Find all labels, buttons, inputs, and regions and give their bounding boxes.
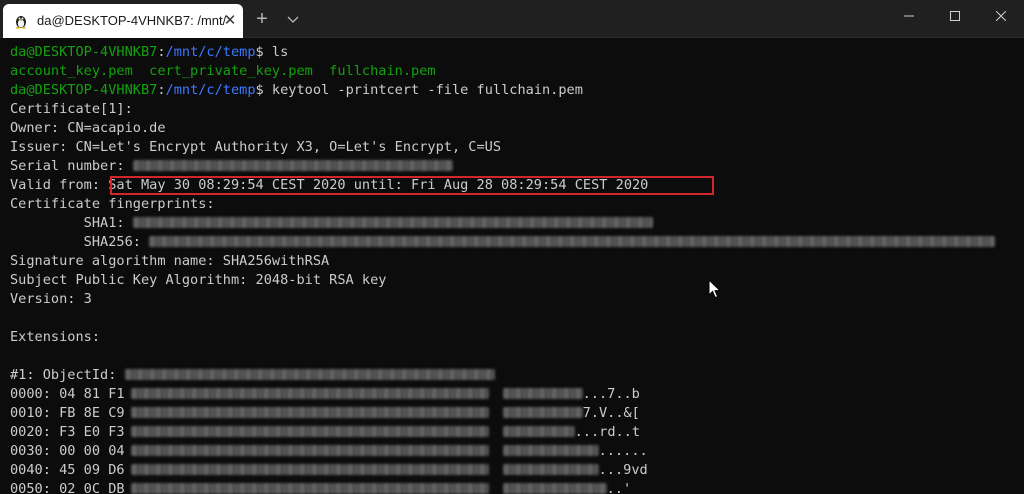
hex-row: 0000: 04 81 F1 ...7..b	[10, 385, 640, 404]
objectid-line: #1: ObjectId:	[10, 366, 495, 385]
prompt-path: /mnt/c/temp	[165, 44, 256, 60]
minimize-button[interactable]	[886, 0, 932, 32]
objectid-label: #1: ObjectId:	[10, 367, 125, 383]
version-line: Version: 3	[10, 291, 92, 307]
redacted-hex-bytes	[130, 445, 489, 456]
prompt-line: da@DESKTOP-4VHNKB7:/mnt/c/temp$ keytool …	[10, 81, 583, 100]
serial-line: Serial number:	[10, 157, 453, 176]
hex-row-prefix: 0000: 04 81 F1	[10, 386, 125, 402]
public-key-line: Subject Public Key Algorithm: 2048-bit R…	[10, 272, 387, 288]
file-listing: account_key.pem cert_private_key.pem ful…	[10, 63, 436, 79]
valid-label: Valid from:	[10, 177, 109, 193]
redacted-ascii	[502, 426, 575, 437]
prompt-separator: :	[157, 44, 166, 60]
issuer-line: Issuer: CN=Let's Encrypt Authority X3, O…	[10, 139, 502, 155]
maximize-button[interactable]	[932, 0, 978, 32]
serial-label: Serial number:	[10, 158, 133, 174]
hex-row-ascii: ......	[598, 443, 648, 459]
redacted-serial	[132, 160, 453, 171]
certificate-header: Certificate[1]:	[10, 101, 133, 117]
redacted-ascii	[502, 483, 607, 494]
extensions-header: Extensions:	[10, 329, 101, 345]
hex-row-ascii: ..'	[606, 481, 632, 494]
hex-row-prefix: 0040: 45 09 D6	[10, 462, 125, 478]
hex-row-prefix: 0030: 00 00 04	[10, 443, 125, 459]
redacted-ascii	[502, 445, 599, 456]
new-tab-button[interactable]: +	[252, 9, 272, 29]
redacted-hex-bytes	[130, 464, 489, 475]
hex-row-ascii: ...7..b	[582, 386, 640, 402]
redacted-hex-bytes	[130, 407, 489, 418]
close-icon	[996, 11, 1006, 21]
chevron-down-icon[interactable]	[285, 11, 301, 27]
hex-row-ascii: ...rd..t	[574, 424, 641, 440]
prompt-end: $	[255, 82, 272, 98]
hex-row: 0010: FB 8E C9 7.V..&[	[10, 404, 640, 423]
redacted-hex-bytes	[130, 426, 489, 437]
redacted-sha256	[149, 236, 996, 247]
redacted-ascii	[502, 407, 583, 418]
prompt-separator: :	[157, 82, 166, 98]
prompt-path: /mnt/c/temp	[165, 82, 256, 98]
prompt-line: da@DESKTOP-4VHNKB7:/mnt/c/temp$ ls	[10, 43, 288, 62]
redacted-objectid	[124, 369, 495, 380]
hex-row-prefix: 0050: 02 0C DB	[10, 481, 125, 494]
sha1-line: SHA1:	[10, 214, 653, 233]
command-text: ls	[271, 44, 289, 60]
prompt-user: da@DESKTOP-4VHNKB7	[10, 44, 158, 60]
signature-algorithm-line: Signature algorithm name: SHA256withRSA	[10, 253, 330, 269]
command-text: keytool -printcert -file fullchain.pem	[271, 82, 583, 98]
validity-highlight	[110, 176, 714, 195]
redacted-sha1	[132, 217, 653, 228]
owner-line: Owner: CN=acapio.de	[10, 120, 166, 136]
redacted-hex-bytes	[130, 388, 489, 399]
prompt-user: da@DESKTOP-4VHNKB7	[10, 82, 158, 98]
hex-row-ascii: 7.V..&[	[582, 405, 640, 421]
redacted-ascii	[502, 388, 583, 399]
minimize-icon	[904, 15, 914, 17]
redacted-hex-bytes	[130, 483, 489, 494]
fingerprints-header: Certificate fingerprints:	[10, 196, 215, 212]
sha256-line: SHA256:	[10, 233, 996, 252]
prompt-end: $	[255, 44, 272, 60]
hex-row: 0030: 00 00 04......	[10, 442, 648, 461]
maximize-icon	[950, 11, 960, 21]
mouse-pointer-icon	[708, 279, 722, 299]
hex-row: 0050: 02 0C DB ..'	[10, 480, 631, 494]
tab-title: da@DESKTOP-4VHNKB7: /mnt/	[37, 13, 227, 28]
hex-row-prefix: 0010: FB 8E C9	[10, 405, 125, 421]
hex-row-ascii: ...9vd	[598, 462, 648, 478]
hex-row: 0020: F3 E0 F3 ...rd..t	[10, 423, 640, 442]
terminal-tab[interactable]: da@DESKTOP-4VHNKB7: /mnt/ ✕	[3, 4, 243, 38]
close-window-button[interactable]	[978, 0, 1024, 32]
hex-row: 0040: 45 09 D6 ...9vd	[10, 461, 648, 480]
terminal-output[interactable]: da@DESKTOP-4VHNKB7:/mnt/c/temp$ ls accou…	[0, 38, 1024, 494]
close-tab-icon[interactable]: ✕	[221, 12, 239, 30]
sha1-label: SHA1:	[10, 215, 133, 231]
title-bar: da@DESKTOP-4VHNKB7: /mnt/ ✕ +	[0, 0, 1024, 38]
sha256-label: SHA256:	[10, 234, 150, 250]
linux-penguin-icon	[16, 16, 26, 29]
hex-row-prefix: 0020: F3 E0 F3	[10, 424, 125, 440]
redacted-ascii	[502, 464, 599, 475]
